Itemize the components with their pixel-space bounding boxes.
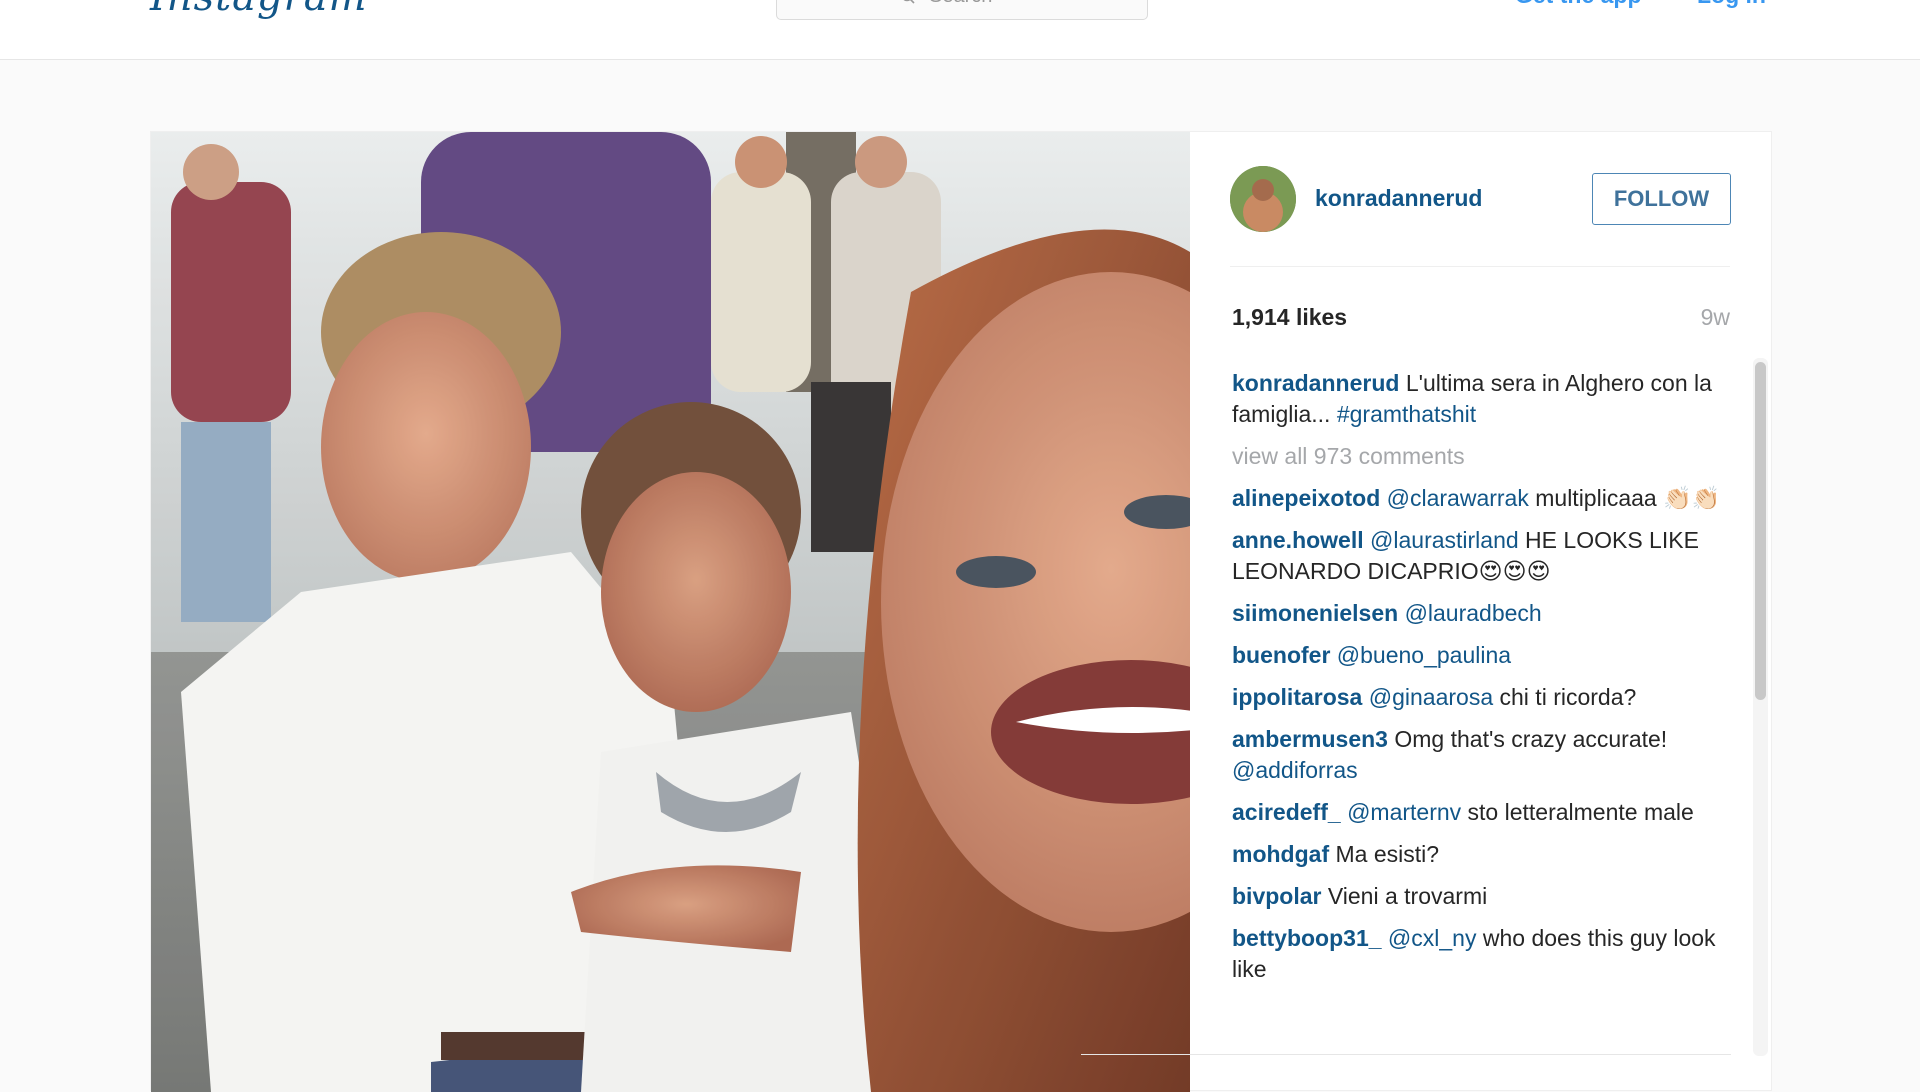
comment-username[interactable]: buenofer [1232,642,1330,668]
mention-link[interactable]: @ginaarosa [1369,684,1493,710]
comment-text: Omg that's crazy accurate! [1394,726,1668,752]
list-item: mohdgaf Ma esisti? [1232,839,1732,870]
comment-text: chi ti ricorda? [1493,684,1637,710]
list-item: anne.howell @laurastirland HE LOOKS LIKE… [1232,525,1732,587]
comment-text: sto letteralmente male [1461,799,1694,825]
comment-username[interactable]: siimonenielsen [1232,600,1398,626]
list-item: bettyboop31_ @cxl_ny who does this guy l… [1232,923,1732,985]
comment-username[interactable]: anne.howell [1232,527,1364,553]
list-item: buenofer @bueno_paulina [1232,640,1732,671]
list-item: ambermusen3 Omg that's crazy accurate! @… [1232,724,1732,786]
comment-username[interactable]: mohdgaf [1232,841,1329,867]
comment-username[interactable]: ambermusen3 [1232,726,1388,752]
search-input[interactable]: Search [776,0,1148,20]
mention-link[interactable]: @addiforras [1232,757,1358,783]
search-icon [903,0,915,4]
post-photo[interactable] [151,132,1190,1092]
search-placeholder: Search [929,0,992,8]
view-all-comments-link[interactable]: view all 973 comments [1232,441,1732,472]
comment-username[interactable]: alinepeixotod [1232,485,1380,511]
comment-username[interactable]: bivpolar [1232,883,1321,909]
post-author-username[interactable]: konradannerud [1315,185,1482,212]
caption: konradannerud L'ultima sera in Alghero c… [1232,368,1732,430]
list-item: ippolitarosa @ginaarosa chi ti ricorda? [1232,682,1732,713]
post-sidebar: konradannerud FOLLOW 1,914 likes 9w konr… [1190,132,1773,1092]
hashtag-link[interactable]: #gramthatshit [1337,401,1476,427]
comment-username[interactable]: aciredeff_ [1232,799,1341,825]
post-age[interactable]: 9w [1680,304,1730,331]
log-in-link[interactable]: Log in [1697,0,1766,9]
comment-username[interactable]: konradannerud [1232,370,1399,396]
comments-list[interactable]: konradannerud L'ultima sera in Alghero c… [1232,368,1732,1090]
list-item: bivpolar Vieni a trovarmi [1232,881,1732,912]
header-divider [1230,266,1730,267]
like-count[interactable]: 1,914 likes [1232,304,1347,331]
get-the-app-link[interactable]: Get the app [1515,0,1642,9]
comments-divider [1081,1054,1731,1055]
avatar-image [1230,166,1296,232]
post-card: konradannerud FOLLOW 1,914 likes 9w konr… [150,131,1773,1092]
list-item: siimonenielsen @lauradbech [1232,598,1732,629]
top-navigation-bar: Instagram Search Get the app Log in [0,0,1920,60]
comment-text: Ma esisti? [1335,841,1440,867]
follow-button[interactable]: FOLLOW [1592,173,1731,225]
comments-scrollbar[interactable] [1755,362,1766,700]
avatar[interactable] [1230,166,1296,232]
mention-link[interactable]: @lauradbech [1405,600,1542,626]
mention-link[interactable]: @cxl_ny [1388,925,1477,951]
comment-text: multiplicaaa 👏🏻👏🏻 [1528,485,1721,511]
mention-link[interactable]: @laurastirland [1370,527,1519,553]
comment-username[interactable]: ippolitarosa [1232,684,1362,710]
list-item: aciredeff_ @marternv sto letteralmente m… [1232,797,1732,828]
list-item: alinepeixotod @clarawarrak multiplicaaa … [1232,483,1732,514]
mention-link[interactable]: @marternv [1347,799,1461,825]
instagram-logo[interactable]: Instagram [150,0,368,20]
comment-username[interactable]: bettyboop31_ [1232,925,1382,951]
mention-link[interactable]: @bueno_paulina [1337,642,1511,668]
comment-text: Vieni a trovarmi [1327,883,1488,909]
mention-link[interactable]: @clarawarrak [1387,485,1529,511]
post-photo-image [151,132,1190,1092]
